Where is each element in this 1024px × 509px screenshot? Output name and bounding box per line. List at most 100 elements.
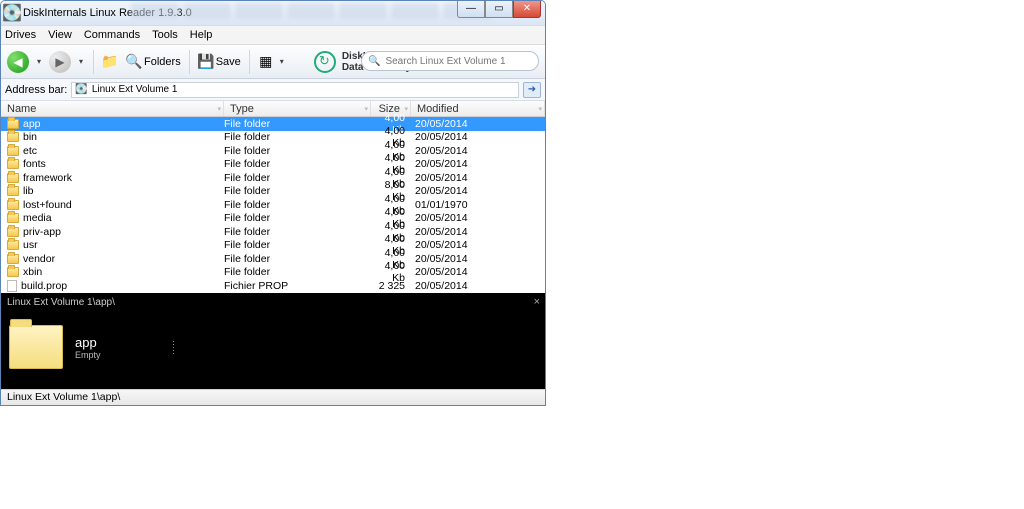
folder-icon [7, 132, 19, 142]
file-modified: 20/05/2014 [411, 145, 545, 157]
file-row[interactable]: appFile folder4,00 Kb20/05/2014 [1, 117, 545, 131]
file-name: build.prop [21, 280, 67, 292]
menu-help[interactable]: Help [190, 29, 213, 41]
up-folder-button[interactable]: 📁 [100, 54, 120, 70]
file-row[interactable]: mediaFile folder4,00 Kb20/05/2014 [1, 212, 545, 226]
menu-tools[interactable]: Tools [152, 29, 178, 41]
toolbar: ◀ ▾ ▶ ▾ 📁 🔍 Folders 💾 Save ▦▾ DiskIntern… [1, 45, 545, 79]
file-name: lib [23, 185, 34, 197]
preview-item-sub: Empty [75, 350, 101, 360]
col-modified[interactable]: Modified▾ [411, 101, 545, 116]
save-button[interactable]: 💾 Save [196, 54, 243, 70]
file-modified: 20/05/2014 [411, 253, 545, 265]
drive-icon: 💽 [75, 84, 87, 95]
file-size: 2 325 [371, 280, 411, 292]
file-name: fonts [23, 158, 46, 170]
file-modified: 20/05/2014 [411, 226, 545, 238]
preview-item-name: app [75, 335, 101, 350]
col-size[interactable]: Size▾ [371, 101, 411, 116]
file-name: usr [23, 239, 38, 251]
nav-back-button[interactable]: ◀ [7, 51, 29, 73]
folder-icon [7, 254, 19, 264]
menu-commands[interactable]: Commands [84, 29, 140, 41]
file-type: File folder [224, 199, 371, 211]
file-row[interactable]: frameworkFile folder4,00 Kb20/05/2014 [1, 171, 545, 185]
chevron-down-icon: ▾ [364, 105, 368, 113]
file-row[interactable]: priv-appFile folder4,00 Kb20/05/2014 [1, 225, 545, 239]
folder-icon [7, 227, 19, 237]
resize-handle-icon[interactable] [173, 341, 174, 354]
file-modified: 20/05/2014 [411, 172, 545, 184]
file-row[interactable]: etcFile folder4,00 Kb20/05/2014 [1, 144, 545, 158]
file-modified: 20/05/2014 [411, 280, 545, 292]
file-name: app [23, 118, 41, 130]
save-label: Save [216, 56, 241, 68]
file-name: media [23, 212, 52, 224]
address-field[interactable]: 💽 Linux Ext Volume 1 [71, 82, 519, 98]
file-modified: 20/05/2014 [411, 266, 545, 278]
chevron-down-icon: ▾ [404, 105, 408, 113]
minimize-button[interactable]: — [457, 0, 485, 18]
preview-close-button[interactable]: × [534, 296, 540, 308]
folder-icon [7, 159, 19, 169]
background-tabs [131, 3, 491, 19]
file-row[interactable]: lost+foundFile folder4,00 Kb01/01/1970 [1, 198, 545, 212]
folder-icon [7, 146, 19, 156]
file-type: File folder [224, 145, 371, 157]
file-modified: 01/01/1970 [411, 199, 545, 211]
folders-label: Folders [144, 56, 181, 68]
file-row[interactable]: vendorFile folder4,00 Kb20/05/2014 [1, 252, 545, 266]
folder-icon [7, 186, 19, 196]
folder-icon [7, 173, 19, 183]
chevron-down-icon: ▾ [217, 105, 221, 113]
preview-folder-icon [9, 325, 63, 369]
file-row[interactable]: build.propFichier PROP2 32520/05/2014 [1, 279, 545, 293]
file-row[interactable]: fontsFile folder4,00 Kb20/05/2014 [1, 158, 545, 172]
close-button[interactable]: ✕ [513, 0, 541, 18]
address-value: Linux Ext Volume 1 [92, 84, 178, 95]
folder-icon [7, 200, 19, 210]
back-dropdown-icon[interactable]: ▾ [33, 57, 45, 66]
file-modified: 20/05/2014 [411, 212, 545, 224]
nav-forward-button: ▶ [49, 51, 71, 73]
address-bar: Address bar: 💽 Linux Ext Volume 1 ➜ [1, 79, 545, 101]
file-type: File folder [224, 266, 371, 278]
file-name: xbin [23, 266, 42, 278]
file-name: bin [23, 131, 37, 143]
file-type: File folder [224, 226, 371, 238]
address-label: Address bar: [5, 84, 67, 96]
file-row[interactable]: xbinFile folder4,00 Kb20/05/2014 [1, 266, 545, 280]
menu-view[interactable]: View [48, 29, 72, 41]
file-row[interactable]: binFile folder4,00 Kb20/05/2014 [1, 131, 545, 145]
file-type: File folder [224, 253, 371, 265]
view-mode-icon: ▦ [258, 54, 274, 70]
search-box[interactable]: 🔍 [361, 51, 539, 71]
file-row[interactable]: usrFile folder4,00 Kb20/05/2014 [1, 239, 545, 253]
menubar: Drives View Commands Tools Help [1, 25, 545, 45]
go-button[interactable]: ➜ [523, 82, 541, 98]
preview-pane: Linux Ext Volume 1\app\ × app Empty [1, 293, 545, 389]
folder-icon [7, 267, 19, 277]
folder-icon [7, 213, 19, 223]
status-bar: Linux Ext Volume 1\app\ [1, 389, 545, 405]
file-name: framework [23, 172, 72, 184]
titlebar[interactable]: 💽 DiskInternals Linux Reader 1.9.3.0 — ▭… [1, 1, 545, 25]
file-type: File folder [224, 118, 371, 130]
file-name: lost+found [23, 199, 72, 211]
app-icon: 💽 [5, 6, 19, 20]
file-type: File folder [224, 212, 371, 224]
file-modified: 20/05/2014 [411, 185, 545, 197]
view-mode-button[interactable]: ▦▾ [256, 54, 290, 70]
file-modified: 20/05/2014 [411, 158, 545, 170]
folders-button[interactable]: 🔍 Folders [124, 54, 183, 70]
menu-drives[interactable]: Drives [5, 29, 36, 41]
col-type[interactable]: Type▾ [224, 101, 371, 116]
search-icon: 🔍 [368, 56, 380, 67]
col-name[interactable]: Name▾ [1, 101, 224, 116]
maximize-button[interactable]: ▭ [485, 0, 513, 18]
brand-logo-icon [314, 51, 336, 73]
search-input[interactable] [383, 55, 532, 68]
column-headers: Name▾ Type▾ Size▾ Modified▾ [1, 101, 545, 117]
fwd-dropdown-icon[interactable]: ▾ [75, 57, 87, 66]
file-row[interactable]: libFile folder8,00 Kb20/05/2014 [1, 185, 545, 199]
